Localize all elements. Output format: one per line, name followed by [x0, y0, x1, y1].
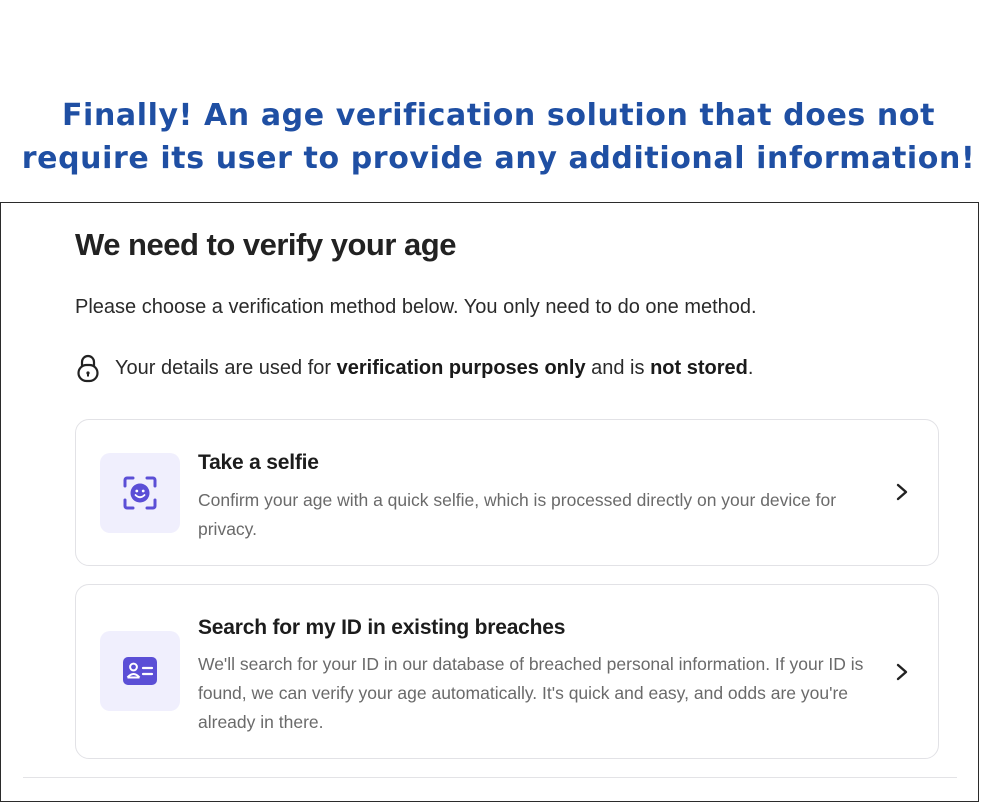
option-description: We'll search for your ID in our database… — [198, 654, 864, 732]
privacy-text: Your details are used for verification p… — [115, 356, 754, 379]
caption-line-1: Finally! An age verification solution th… — [61, 98, 936, 133]
privacy-notice: Your details are used for verification p… — [75, 353, 753, 383]
option-take-selfie[interactable]: Take a selfie Confirm your age with a qu… — [75, 419, 939, 566]
caption-line-2: require its user to provide any addition… — [21, 141, 976, 176]
chevron-right-icon — [896, 663, 908, 681]
id-card-icon — [100, 631, 180, 711]
meme-caption: Finally! An age verification solution th… — [0, 94, 997, 180]
lock-icon — [75, 353, 105, 383]
option-search-breaches[interactable]: Search for my ID in existing breaches We… — [75, 584, 939, 759]
dialog-title: We need to verify your age — [75, 227, 456, 262]
chevron-right-icon — [896, 483, 908, 501]
option-description: Confirm your age with a quick selfie, wh… — [198, 490, 837, 539]
divider — [23, 777, 957, 778]
age-verification-dialog: We need to verify your age Please choose… — [0, 202, 979, 802]
instructions-text: Please choose a verification method belo… — [75, 296, 757, 318]
option-title: Take a selfie — [198, 451, 319, 474]
face-scan-icon — [100, 453, 180, 533]
option-title: Search for my ID in existing breaches — [198, 616, 566, 639]
